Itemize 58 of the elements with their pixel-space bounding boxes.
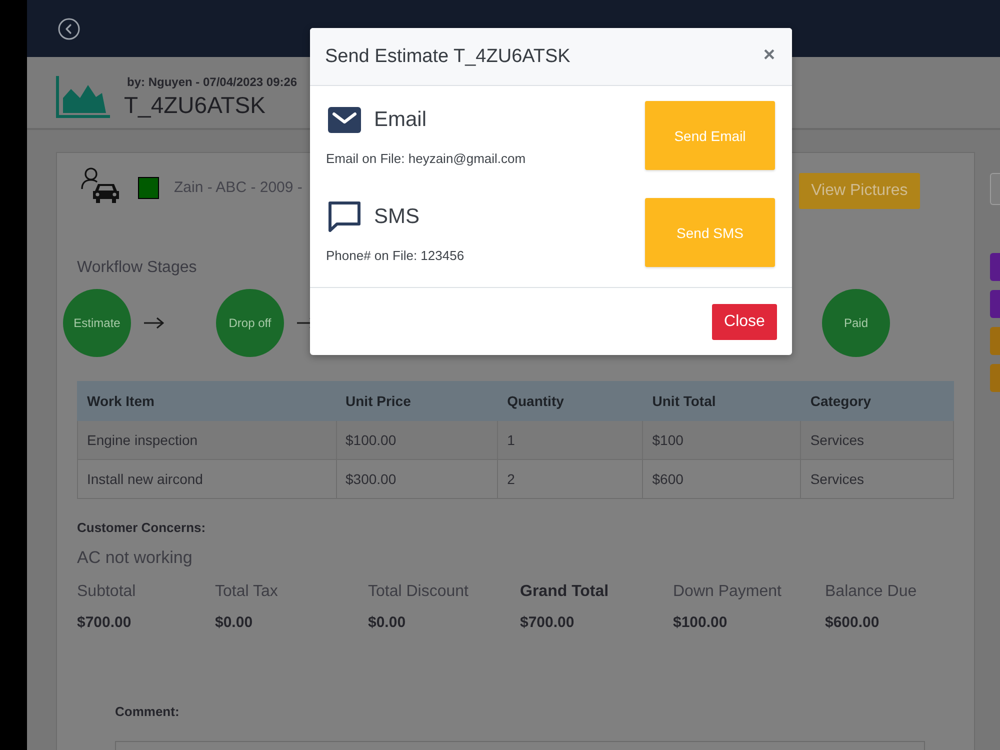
total-label: Total Discount	[368, 582, 468, 601]
total-value: $0.00	[215, 614, 253, 632]
total-value: $700.00	[520, 614, 574, 632]
workflow-stage: Drop off	[216, 289, 284, 357]
close-dialog-button[interactable]: Close	[712, 304, 777, 340]
customer-concerns-label: Customer Concerns:	[77, 520, 206, 535]
total-value: $0.00	[368, 614, 406, 632]
side-button[interactable]	[990, 290, 1000, 318]
column-header: Work Item	[78, 382, 336, 420]
table-cell: 1	[498, 420, 643, 460]
customer-concerns-text: AC not working	[77, 548, 192, 567]
comment-label: Comment:	[115, 704, 180, 720]
arrow-icon	[144, 317, 164, 329]
chat-bubble-icon	[328, 201, 361, 232]
total-value: $700.00	[77, 614, 132, 632]
area-chart-icon	[56, 76, 110, 118]
channel-name: SMS	[374, 204, 420, 228]
total-label: Subtotal	[77, 582, 136, 601]
send-button[interactable]: Send SMS	[645, 198, 775, 267]
contact-on-file-text: Email on File: heyzain@gmail.com	[326, 151, 526, 167]
total-value: $100.00	[673, 614, 728, 632]
column-header: Unit Total	[642, 382, 801, 420]
person-car-icon	[81, 167, 119, 203]
table-cell: Install new aircond	[78, 460, 336, 498]
vehicle-info-text: Zain - ABC - 2009 -	[174, 179, 302, 196]
total-label: Grand Total	[520, 582, 609, 601]
column-header: Category	[800, 382, 954, 420]
table-cell: $600	[642, 460, 801, 498]
side-button[interactable]	[990, 253, 1000, 281]
column-header: Quantity	[498, 382, 643, 420]
table-cell: Engine inspection	[78, 420, 336, 460]
view-pictures-button[interactable]: View Pictures	[799, 173, 920, 209]
dialog-title: Send Estimate T_4ZU6ATSK	[325, 46, 570, 68]
workflow-stage: Paid	[822, 289, 890, 357]
send-button[interactable]: Send Email	[645, 101, 775, 170]
table-cell: $100.00	[336, 420, 498, 460]
total-label: Balance Due	[825, 582, 917, 601]
estimate-title: T_4ZU6ATSK	[124, 92, 266, 118]
envelope-icon	[328, 106, 361, 132]
table-cell: $100	[642, 420, 801, 460]
back-icon[interactable]	[58, 18, 80, 40]
author-date-text: by: Nguyen - 07/04/2023 09:26	[127, 74, 298, 90]
close-button[interactable]: ×	[761, 44, 777, 64]
table-cell: $300.00	[336, 460, 498, 498]
workflow-stages-heading: Workflow Stages	[77, 259, 197, 277]
total-label: Total Tax	[215, 582, 278, 601]
total-value: $600.00	[825, 614, 880, 632]
table-cell: Services	[800, 460, 954, 498]
workflow-stage: Estimate	[63, 289, 131, 357]
contact-on-file-text: Phone# on File: 123456	[326, 248, 464, 264]
column-header: Unit Price	[336, 382, 498, 420]
side-button[interactable]	[990, 364, 1000, 392]
side-button[interactable]	[990, 327, 1000, 355]
total-label: Down Payment	[673, 582, 782, 601]
table-cell: Services	[800, 420, 954, 460]
table-cell: 2	[498, 460, 643, 498]
side-button[interactable]	[990, 173, 1000, 205]
channel-name: Email	[374, 108, 427, 132]
